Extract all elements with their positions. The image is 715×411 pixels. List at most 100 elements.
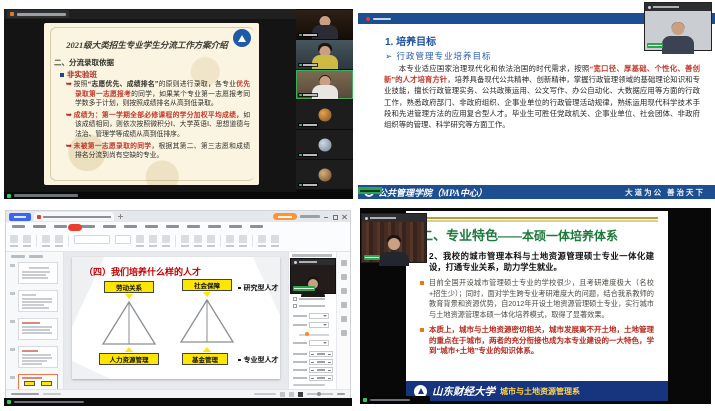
- outline-slides-tabs[interactable]: [11, 255, 43, 258]
- help-icon[interactable]: [341, 330, 347, 336]
- panel-title-placeholder: [292, 254, 332, 257]
- menu-item[interactable]: [187, 225, 200, 228]
- participant-nametag: [298, 63, 318, 67]
- speaker-video-thumbnail[interactable]: [362, 214, 426, 262]
- align-tool[interactable]: [181, 235, 189, 243]
- transition-icon[interactable]: [341, 288, 347, 294]
- paste-tool[interactable]: [10, 235, 18, 243]
- slide-thumbnail-4[interactable]: [18, 346, 58, 368]
- menu-item[interactable]: [208, 225, 221, 228]
- share-status-text-placeholder: [370, 399, 410, 402]
- slide-thumbnail-1[interactable]: [18, 262, 58, 284]
- animation-icon[interactable]: [341, 274, 347, 280]
- zoom-slider[interactable]: [307, 393, 333, 395]
- option-checkbox-row[interactable]: [293, 297, 325, 301]
- find-tool[interactable]: [258, 235, 266, 243]
- presenter-name-tab[interactable]: [7, 10, 69, 18]
- participant-video-5-camera-off[interactable]: [296, 130, 353, 159]
- checkbox[interactable]: [293, 304, 297, 308]
- fill-tool[interactable]: [239, 235, 247, 243]
- cut-tool[interactable]: [23, 235, 31, 243]
- participant-video-4-camera-off[interactable]: [296, 100, 353, 129]
- mic-on-icon: [299, 64, 302, 67]
- upgrade-button[interactable]: [273, 213, 297, 220]
- dropdown-select[interactable]: [309, 340, 329, 346]
- participant-video-2[interactable]: [296, 40, 353, 69]
- indent-tool[interactable]: [207, 235, 215, 243]
- slide-thumbnail-2[interactable]: [18, 290, 58, 312]
- normal-view-button[interactable]: [280, 392, 285, 397]
- video-thumb-header: [645, 3, 711, 11]
- participant-video-1[interactable]: [296, 10, 353, 39]
- editing-slide[interactable]: （四）我们培养什么样的人才 劳动关系 人力资源管理 社会保障 基: [72, 257, 280, 379]
- point1-text: 按照: [74, 81, 88, 88]
- home-button[interactable]: [9, 213, 31, 221]
- selection-icon[interactable]: [341, 316, 347, 322]
- bold-tool[interactable]: [136, 235, 144, 243]
- menu-item[interactable]: [33, 225, 46, 228]
- font-select[interactable]: [74, 235, 110, 244]
- bullet-3: 本质上，城市与土地资源密切相关，城市发展离不开土地，土地管理的重点在于城市，两者…: [420, 325, 654, 357]
- menu-item[interactable]: [145, 225, 158, 228]
- mic-on-icon: [299, 184, 302, 187]
- dropdown-select[interactable]: [309, 313, 329, 319]
- document-tab[interactable]: [34, 212, 114, 221]
- thumbnail-number: [10, 264, 15, 267]
- value-stepper[interactable]: [309, 359, 333, 365]
- slide-canvas-area[interactable]: （四）我们培养什么样的人才 劳动关系 人力资源管理 社会保障 基: [64, 252, 288, 389]
- replace-tool[interactable]: [271, 235, 279, 243]
- participant-video-3-active-speaker[interactable]: [296, 70, 353, 99]
- menu-item[interactable]: [12, 225, 25, 228]
- menu-item[interactable]: [166, 225, 179, 228]
- pin-icon: [648, 6, 651, 9]
- list-tool[interactable]: [194, 235, 202, 243]
- link-text-placeholder[interactable]: [293, 384, 325, 386]
- sorter-view-button[interactable]: [289, 392, 294, 397]
- notes-toggle-placeholder[interactable]: [254, 393, 276, 396]
- transparency-slider-row: [293, 331, 333, 337]
- new-slide-tool[interactable]: [42, 235, 50, 243]
- menu-item[interactable]: [103, 225, 116, 228]
- slideshow-view-button[interactable]: [298, 392, 303, 397]
- speaker-face: [388, 238, 400, 250]
- properties-icon[interactable]: [341, 260, 347, 266]
- italic-tool[interactable]: [149, 235, 157, 243]
- value-stepper[interactable]: [309, 375, 333, 381]
- menu-item[interactable]: [54, 225, 67, 228]
- value-stepper[interactable]: [309, 351, 333, 357]
- value-stepper[interactable]: [309, 367, 333, 373]
- thumbnail-number: [10, 320, 15, 323]
- checkbox[interactable]: [293, 297, 297, 301]
- language-placeholder: [43, 393, 61, 396]
- new-tab-button[interactable]: [117, 213, 124, 220]
- maximize-button[interactable]: [332, 214, 338, 220]
- menu-item[interactable]: [250, 225, 263, 228]
- layout-tool[interactable]: [55, 235, 63, 243]
- mic-on-icon: [299, 94, 302, 97]
- meeting-floating-video[interactable]: [291, 259, 335, 293]
- speaker-video-thumbnail[interactable]: [645, 3, 711, 50]
- close-button[interactable]: [341, 214, 347, 220]
- slide-thumbnail-3[interactable]: [18, 318, 58, 340]
- property-select-row: [293, 340, 329, 346]
- slider-track[interactable]: [299, 334, 329, 336]
- record-button[interactable]: [68, 224, 82, 231]
- font-size-select[interactable]: [115, 235, 131, 244]
- comment-icon[interactable]: [341, 302, 347, 308]
- slide-thumbnail-panel: [6, 252, 64, 389]
- share-indicator-text-placeholder: [360, 190, 380, 192]
- dropdown-select[interactable]: [309, 322, 329, 328]
- slider-knob[interactable]: [305, 332, 309, 336]
- menu-item[interactable]: [124, 225, 137, 228]
- minimize-button[interactable]: [323, 214, 329, 220]
- option-checkbox-row[interactable]: [293, 304, 325, 308]
- participant-nametag: [298, 153, 318, 157]
- bullet-2: 目前全国开设城市管理硕士专业的学校很少，且考研难度极大（名校+招生少）；同时，面…: [420, 278, 654, 320]
- slide-bullets: 2、我校的城市管理本科与土地资源管理硕士专业一体化建设，打通专业关系，助力学生就…: [420, 251, 654, 362]
- participant-video-6-camera-off[interactable]: [296, 160, 353, 189]
- underline-tool[interactable]: [162, 235, 170, 243]
- zoom-knob[interactable]: [317, 392, 321, 396]
- menu-item[interactable]: [229, 225, 242, 228]
- arrow-marker-icon: ➥: [66, 81, 72, 88]
- shapes-tool[interactable]: [226, 235, 234, 243]
